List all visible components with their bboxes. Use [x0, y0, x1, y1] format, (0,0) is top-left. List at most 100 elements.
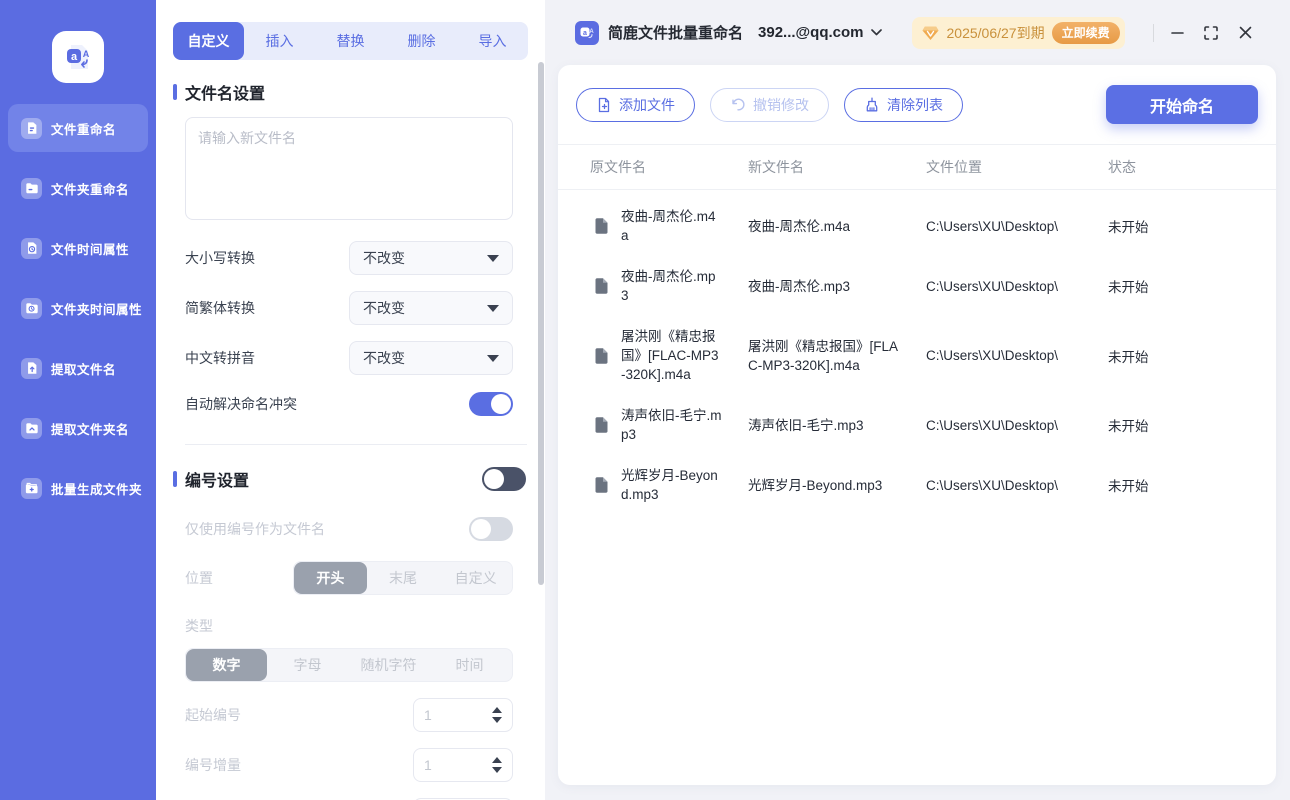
- svg-text:a: a: [583, 29, 587, 36]
- sidebar-item[interactable]: 文件重命名: [8, 104, 148, 152]
- sidebar-item[interactable]: 批量生成文件夹: [8, 464, 148, 512]
- titlebar-divider: [1153, 23, 1154, 42]
- start-number-value: 1: [424, 707, 432, 723]
- conflict-toggle[interactable]: [469, 392, 513, 416]
- fullscreen-icon: [1204, 25, 1218, 40]
- table-row[interactable]: 夜曲-周杰伦.m4a 夜曲-周杰伦.m4a C:\Users\XU\Deskto…: [590, 196, 1276, 256]
- main-area: a A 简鹿文件批量重命名 392...@qq.com 2025/06/27到期…: [545, 0, 1290, 800]
- close-button[interactable]: [1228, 16, 1262, 50]
- dropdown-select[interactable]: 不改变: [349, 291, 513, 325]
- dropdown-select[interactable]: 不改变: [349, 341, 513, 375]
- select-label: 中文转拼音: [185, 350, 255, 366]
- stepper-up-icon[interactable]: [492, 707, 502, 713]
- sidebar-item-label: 提取文件名: [51, 362, 117, 377]
- column-header: 文件位置: [926, 159, 982, 175]
- stepper-down-icon[interactable]: [492, 767, 502, 773]
- file-list-card: 添加文件 撤销修改 清除列表 开始命名 原文件名 新文件名 文件位置 状态 夜曲…: [558, 65, 1276, 785]
- old-filename: 屠洪刚《精忠报国》[FLAC-MP3-320K].m4a: [621, 329, 719, 382]
- table-row[interactable]: 光辉岁月-Beyond.mp3 光辉岁月-Beyond.mp3 C:\Users…: [590, 455, 1276, 515]
- start-number-stepper[interactable]: 1: [413, 698, 513, 732]
- file-table-body: 夜曲-周杰伦.m4a 夜曲-周杰伦.m4a C:\Users\XU\Deskto…: [558, 190, 1276, 785]
- dropdown-select[interactable]: 不改变: [349, 241, 513, 275]
- section-accent-bar: [173, 471, 177, 487]
- table-row[interactable]: 涛声依旧-毛宁.mp3 涛声依旧-毛宁.mp3 C:\Users\XU\Desk…: [590, 395, 1276, 455]
- column-header: 状态: [1108, 159, 1136, 175]
- file-icon: [595, 417, 608, 433]
- file-location: C:\Users\XU\Desktop\: [926, 278, 1059, 294]
- file-location: C:\Users\XU\Desktop\: [926, 348, 1059, 363]
- table-header: 原文件名 新文件名 文件位置 状态: [558, 145, 1276, 190]
- mode-tab[interactable]: 自定义: [173, 22, 244, 60]
- status-text: 未开始: [1108, 280, 1149, 295]
- type-option[interactable]: 数字: [186, 649, 267, 681]
- table-row[interactable]: 夜曲-周杰伦.mp3 夜曲-周杰伦.mp3 C:\Users\XU\Deskto…: [590, 256, 1276, 316]
- increment-stepper[interactable]: 1: [413, 748, 513, 782]
- type-option[interactable]: 字母: [267, 649, 348, 681]
- renew-button[interactable]: 立即续费: [1051, 21, 1120, 44]
- sidebar-item[interactable]: 提取文件名: [8, 344, 148, 392]
- select-row: 简繁体转换 不改变: [185, 291, 513, 325]
- license-badge: 2025/06/27到期 立即续费: [911, 16, 1125, 49]
- toolbar: 添加文件 撤销修改 清除列表 开始命名: [558, 65, 1276, 145]
- section-accent-bar: [173, 84, 177, 100]
- sidebar-item[interactable]: 文件时间属性: [8, 224, 148, 272]
- sidebar: a A 文件重命名 文件夹重命名 文件时间属性 文件夹时间属性 提取文件名 提取…: [0, 0, 156, 800]
- conflict-row: 自动解决命名冲突: [185, 392, 513, 416]
- position-option[interactable]: 末尾: [367, 562, 440, 594]
- position-option[interactable]: 开头: [294, 562, 367, 594]
- table-row[interactable]: 屠洪刚《精忠报国》[FLAC-MP3-320K].m4a 屠洪刚《精忠报国》[F…: [590, 316, 1276, 395]
- batch-folder-icon: [21, 477, 42, 499]
- sidebar-item[interactable]: 文件夹时间属性: [8, 284, 148, 332]
- add-files-button[interactable]: 添加文件: [576, 87, 695, 122]
- add-file-icon: [598, 97, 610, 112]
- type-segmented: 数字 字母 随机字符 时间: [185, 648, 513, 682]
- account-dropdown[interactable]: 392...@qq.com: [758, 24, 882, 41]
- mode-tab[interactable]: 删除: [386, 22, 457, 60]
- stepper-down-icon[interactable]: [492, 717, 502, 723]
- panel-scrollbar-thumb[interactable]: [538, 62, 544, 585]
- add-files-label: 添加文件: [619, 96, 675, 113]
- only-number-row: 仅使用编号作为文件名: [185, 517, 513, 541]
- sidebar-item-label: 文件重命名: [51, 122, 117, 137]
- sidebar-nav: 文件重命名 文件夹重命名 文件时间属性 文件夹时间属性 提取文件名 提取文件夹名…: [0, 104, 156, 512]
- new-filename-input[interactable]: [185, 117, 513, 220]
- app-title: 简鹿文件批量重命名: [608, 25, 744, 42]
- extract-file-icon: [21, 357, 42, 379]
- mode-tab[interactable]: 插入: [244, 22, 315, 60]
- filename-section-header: 文件名设置: [173, 80, 528, 104]
- mode-tab[interactable]: 导入: [457, 22, 528, 60]
- minimize-button[interactable]: [1160, 16, 1194, 50]
- position-option[interactable]: 自定义: [439, 562, 512, 594]
- file-location: C:\Users\XU\Desktop\: [926, 218, 1059, 234]
- app-logo: a A: [52, 31, 104, 83]
- sidebar-item-label: 文件夹时间属性: [51, 302, 143, 317]
- status-text: 未开始: [1108, 479, 1149, 494]
- toggle-knob: [484, 469, 504, 489]
- stepper-up-icon[interactable]: [492, 757, 502, 763]
- sidebar-item-label: 批量生成文件夹: [51, 482, 143, 497]
- type-option[interactable]: 时间: [429, 649, 510, 681]
- position-row: 位置 开头 末尾 自定义: [185, 561, 513, 595]
- file-time-icon: [21, 237, 42, 259]
- type-option[interactable]: 随机字符: [348, 649, 429, 681]
- start-rename-button[interactable]: 开始命名: [1106, 85, 1258, 124]
- clear-list-button[interactable]: 清除列表: [844, 87, 963, 122]
- numbering-master-toggle[interactable]: [482, 467, 526, 491]
- type-label-row: 类型: [185, 616, 528, 636]
- only-number-toggle[interactable]: [469, 517, 513, 541]
- column-header: 原文件名: [590, 159, 646, 175]
- file-icon: [595, 477, 608, 493]
- select-row: 中文转拼音 不改变: [185, 341, 513, 375]
- sidebar-item[interactable]: 提取文件夹名: [8, 404, 148, 452]
- sidebar-item[interactable]: 文件夹重命名: [8, 164, 148, 212]
- maximize-button[interactable]: [1194, 16, 1228, 50]
- old-filename: 夜曲-周杰伦.m4a: [621, 209, 716, 243]
- old-filename: 涛声依旧-毛宁.mp3: [621, 408, 722, 442]
- file-icon: [595, 278, 608, 294]
- select-label: 大小写转换: [185, 250, 255, 266]
- chevron-down-icon: [487, 304, 499, 312]
- increment-label: 编号增量: [185, 757, 241, 773]
- undo-button[interactable]: 撤销修改: [710, 87, 829, 122]
- license-expiry: 2025/06/27到期: [946, 24, 1045, 41]
- mode-tab[interactable]: 替换: [315, 22, 386, 60]
